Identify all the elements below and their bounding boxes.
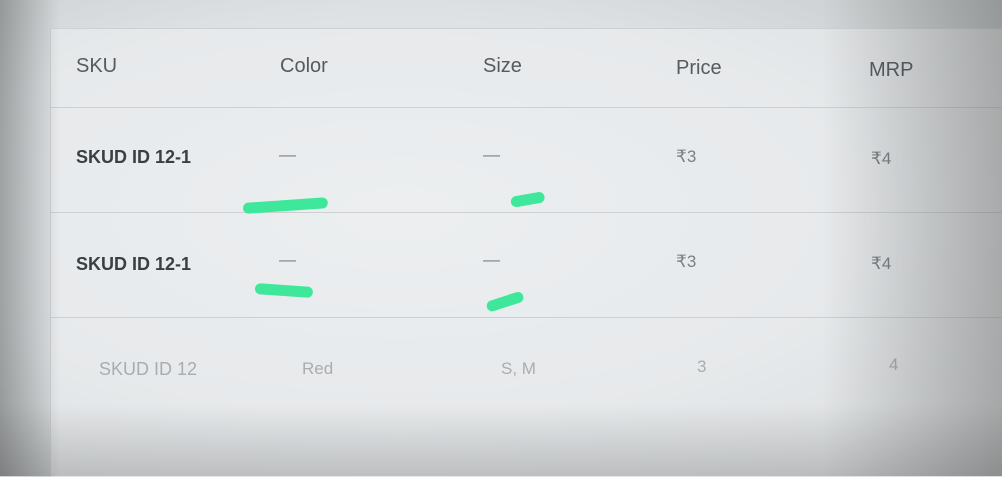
table-row[interactable]: SKUD ID 12-1 — — ₹3 ₹4 — [51, 212, 1002, 318]
color-cell: Red — [302, 359, 334, 378]
header-mrp: MRP — [869, 59, 914, 81]
price-cell: ₹3 — [676, 147, 697, 166]
sku-cell: SKUD ID 12-1 — [76, 147, 192, 167]
size-cell: S, M — [501, 359, 536, 378]
mrp-cell: 4 — [889, 355, 899, 374]
header-sku: SKU — [76, 55, 118, 77]
mrp-cell: ₹4 — [871, 149, 892, 168]
table-header-row: SKU Color Size Price MRP — [51, 29, 1002, 108]
price-cell: ₹3 — [676, 252, 697, 271]
header-color: Color — [280, 55, 328, 77]
header-size: Size — [483, 55, 522, 77]
sku-cell: SKUD ID 12-1 — [76, 254, 192, 274]
header-price: Price — [676, 57, 722, 79]
color-cell: — — [279, 145, 296, 164]
size-cell: — — [483, 250, 500, 269]
sku-cell: SKUD ID 12 — [99, 359, 198, 379]
mrp-cell: ₹4 — [871, 254, 892, 273]
size-cell: — — [483, 145, 500, 164]
variants-table: SKU Color Size Price MRP SKUD ID 12-1 — … — [50, 28, 1002, 477]
table-row[interactable]: SKUD ID 12 Red S, M 3 4 — [51, 317, 1002, 427]
color-cell: — — [279, 250, 296, 269]
price-cell: 3 — [697, 357, 707, 376]
